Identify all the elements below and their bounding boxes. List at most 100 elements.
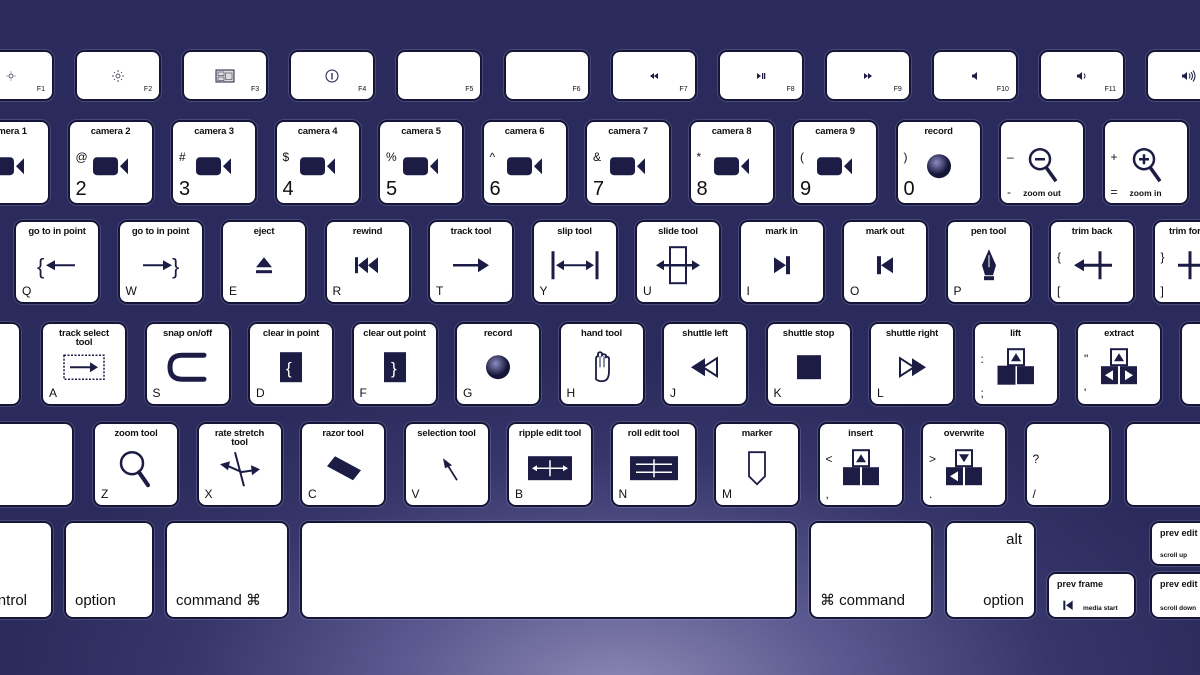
key-go-to-in-point-w[interactable]: go to in point} W — [117, 220, 204, 304]
key-insert[interactable]: insert <, — [817, 422, 904, 507]
key-command[interactable]: command ⌘ — [165, 521, 289, 619]
key-snap-on-off-s[interactable]: snap on/off S — [144, 322, 231, 406]
key-extract[interactable]: extract " ' — [1076, 322, 1162, 406]
key-option[interactable]: option alt — [945, 521, 1036, 619]
key-shuttle-left-j[interactable]: shuttle left J — [662, 322, 748, 406]
key-title: shuttle stop — [782, 328, 835, 339]
key-f3[interactable]: F3 — [182, 50, 269, 101]
key-f8[interactable]: F8 — [717, 50, 804, 101]
key-overwrite[interactable]: overwrite >. — [921, 422, 1007, 507]
key-character: X — [204, 487, 213, 501]
svg-text:{: { — [37, 254, 44, 279]
modifier-label: command ⌘ — [176, 592, 262, 609]
key-f1[interactable]: F1 — [0, 50, 54, 101]
key-clear-out-point-f[interactable]: clear out point} F — [351, 322, 438, 406]
shift-symbol: + — [1110, 150, 1118, 164]
cursor-icon — [417, 448, 477, 488]
key-camera-8[interactable]: camera 8 * 8 — [688, 120, 775, 205]
key-title: selection tool — [417, 428, 476, 439]
key-track-tool-t[interactable]: track tool T — [428, 220, 514, 304]
key-f5[interactable]: F5 — [396, 50, 483, 101]
key-prev-edit[interactable]: prev edit scroll up — [1150, 521, 1200, 566]
key-camera-7[interactable]: camera 7 & 7 — [585, 120, 671, 205]
key-blank[interactable] — [1125, 422, 1200, 507]
key-camera-5[interactable]: camera 5% 5 — [378, 120, 464, 205]
function-label: F11 — [1104, 86, 1116, 93]
key-pen-tool-p[interactable]: pen tool P — [945, 220, 1032, 304]
key-slip-tool-y[interactable]: slip tool Y — [531, 220, 618, 304]
key-selection-tool-v[interactable]: selection tool V — [403, 422, 490, 507]
key-eject-e[interactable]: eject E — [221, 220, 307, 304]
key-clear-in-point-d[interactable]: clear in point {D — [248, 322, 334, 406]
key-shuttle-right-l[interactable]: shuttle right L — [869, 322, 955, 406]
key-blank[interactable] — [0, 322, 21, 406]
key-blank[interactable] — [300, 521, 797, 619]
key-camera-9[interactable]: camera 9 (9 — [792, 120, 878, 205]
key-title: prev edit — [1160, 579, 1198, 589]
key-prev-frame[interactable]: prev frame media start — [1047, 572, 1136, 619]
key-mark-in-i[interactable]: mark in I — [738, 220, 825, 304]
key-f4[interactable]: F4 — [289, 50, 376, 101]
key-camera-4[interactable]: camera 4 $4 — [274, 120, 361, 205]
key-record[interactable]: record) 0 — [895, 120, 982, 205]
key-go-to-in-point-q[interactable]: go to in point {Q — [14, 220, 100, 304]
camera-icon — [805, 146, 865, 186]
key-track-select-tool-a[interactable]: track select tool A — [41, 322, 127, 406]
arrow-right-icon — [441, 245, 501, 285]
key-roll-edit-tool-n[interactable]: roll edit tool N — [610, 422, 697, 507]
key-volume-up[interactable] — [1146, 50, 1200, 101]
key-character: 5 — [386, 178, 398, 200]
key-marker-m[interactable]: marker M — [714, 422, 800, 507]
key-title: rate stretch tool — [214, 428, 265, 448]
key-[interactable]: + = zoom in — [1102, 120, 1189, 205]
key-character: ; — [980, 386, 984, 400]
camera-icon — [184, 146, 244, 186]
shift-symbol: $ — [282, 150, 290, 164]
clear-in-icon: { — [261, 347, 321, 387]
shift-symbol: " — [1084, 352, 1089, 366]
key-prev-edit[interactable]: prev edit scroll down — [1150, 572, 1200, 619]
key-trim-back[interactable]: trim back {[ — [1049, 220, 1135, 304]
key-blank[interactable] — [1180, 322, 1200, 406]
key-f11[interactable]: F11 — [1039, 50, 1125, 101]
function-label: F7 — [679, 86, 688, 93]
key-option[interactable]: option — [64, 521, 154, 619]
rewind-icon — [639, 65, 669, 87]
key-[interactable]: ? / — [1024, 422, 1111, 507]
key-command[interactable]: ⌘ command — [809, 521, 933, 619]
key-f10[interactable]: F10 — [931, 50, 1018, 101]
key-record-g[interactable]: record G — [455, 322, 541, 406]
key-[interactable]: – - zoom out — [999, 120, 1085, 205]
modifier-label: option — [983, 592, 1024, 609]
key-character: H — [566, 386, 576, 400]
key-f2[interactable]: F2 — [75, 50, 162, 101]
key-mark-out-o[interactable]: mark out O — [842, 220, 928, 304]
key-title: go to in point — [28, 226, 86, 237]
key-title: clear out point — [363, 328, 426, 339]
svg-text:{: { — [286, 359, 292, 378]
key-zoom-tool-z[interactable]: zoom tool Z — [93, 422, 179, 507]
key-razor-tool-c[interactable]: razor tool C — [300, 422, 386, 507]
roll-icon — [624, 448, 684, 488]
key-lift[interactable]: lift:; — [972, 322, 1059, 406]
key-f9[interactable]: F9 — [824, 50, 911, 101]
key-control[interactable]: control — [0, 521, 53, 619]
key-rewind-r[interactable]: rewind R — [324, 220, 411, 304]
key-camera-3[interactable]: camera 3 #3 — [171, 120, 257, 205]
key-f6[interactable]: F6 — [503, 50, 590, 101]
key-character: 6 — [489, 178, 501, 200]
key-blank[interactable] — [0, 422, 74, 507]
key-camera-1[interactable]: camera 1 — [0, 120, 50, 205]
key-trim-forward[interactable]: trim forward}] — [1152, 220, 1200, 304]
key-hand-tool-h[interactable]: hand tool H — [558, 322, 645, 406]
key-shuttle-stop-k[interactable]: shuttle stop K — [765, 322, 852, 406]
key-title: camera 8 — [711, 126, 752, 137]
shift-symbol: * — [696, 150, 702, 164]
key-slide-tool-u[interactable]: slide tool U — [635, 220, 721, 304]
shuttle-left-icon — [675, 347, 735, 387]
key-ripple-edit-tool-b[interactable]: ripple edit tool B — [507, 422, 593, 507]
key-camera-2[interactable]: camera 2 @2 — [67, 120, 154, 205]
key-camera-6[interactable]: camera 6 ^ 6 — [481, 120, 568, 205]
key-rate-stretch-tool-x[interactable]: rate stretch tool X — [196, 422, 283, 507]
key-f7[interactable]: F7 — [610, 50, 697, 101]
